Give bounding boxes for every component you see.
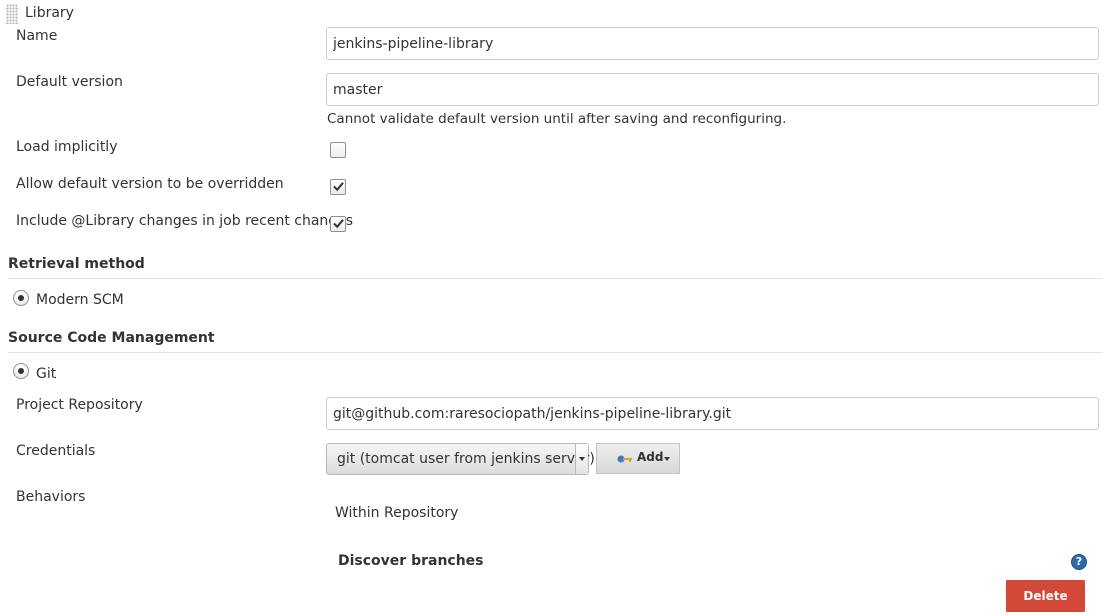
drag-handle-icon[interactable] (6, 4, 18, 24)
delete-button[interactable]: Delete (1006, 580, 1085, 612)
load-implicitly-label: Load implicitly (16, 139, 118, 155)
modern-scm-radio[interactable] (13, 290, 29, 306)
radio-selected-dot (18, 295, 24, 301)
load-implicitly-checkbox[interactable] (330, 142, 346, 158)
checkmark-icon (333, 219, 344, 229)
scm-title: Source Code Management (8, 330, 215, 346)
chevron-down-icon (664, 457, 670, 461)
retrieval-method-divider (8, 278, 1103, 279)
project-repository-input[interactable] (326, 397, 1099, 430)
retrieval-method-title: Retrieval method (8, 256, 145, 272)
add-button-label: Add (637, 450, 664, 464)
radio-selected-dot (18, 368, 24, 374)
include-changes-label: Include @Library changes in job recent c… (16, 213, 354, 229)
default-version-input[interactable] (326, 73, 1099, 106)
name-label: Name (16, 28, 58, 44)
credentials-label: Credentials (16, 443, 96, 459)
include-changes-checkbox[interactable] (330, 216, 346, 232)
add-credentials-button[interactable]: Add (596, 443, 680, 474)
help-icon[interactable]: ? (1071, 554, 1087, 570)
credentials-select[interactable]: git (tomcat user from jenkins server) (326, 443, 595, 475)
select-arrow[interactable] (575, 444, 588, 474)
name-input[interactable] (326, 27, 1099, 60)
chevron-down-icon (579, 457, 585, 461)
key-icon (617, 455, 632, 463)
modern-scm-label: Modern SCM (36, 292, 124, 308)
discover-branches-label: Discover branches (338, 553, 484, 569)
behaviors-label: Behaviors (16, 489, 86, 505)
git-label: Git (36, 366, 57, 382)
allow-override-label: Allow default version to be overridden (16, 176, 284, 192)
project-repository-label: Project Repository (16, 397, 143, 413)
scm-divider (8, 352, 1103, 353)
git-radio[interactable] (13, 363, 29, 379)
default-version-note: Cannot validate default version until af… (327, 111, 787, 127)
credentials-selected-value: git (tomcat user from jenkins server) (337, 451, 595, 467)
allow-override-checkbox[interactable] (330, 179, 346, 195)
library-header-label: Library (25, 5, 74, 21)
checkmark-icon (333, 182, 344, 192)
within-repository-label: Within Repository (335, 505, 459, 521)
default-version-label: Default version (16, 74, 123, 90)
